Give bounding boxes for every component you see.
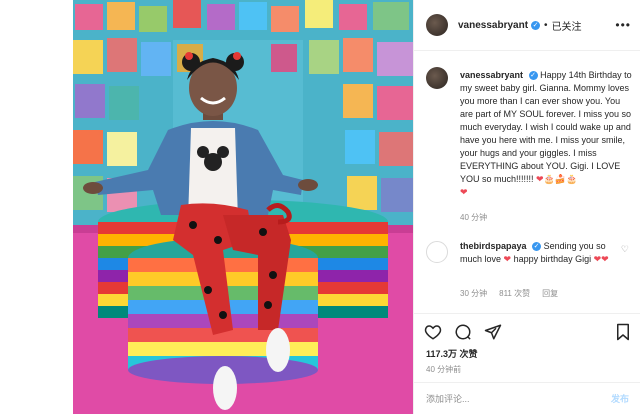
comment-item: thebirdspapaya ✓ Sending you so much lov… bbox=[460, 240, 610, 266]
cake-slice-emoji-icon: 🍰 bbox=[554, 174, 567, 184]
bookmark-icon[interactable] bbox=[615, 323, 631, 346]
separator-dot: • bbox=[544, 19, 548, 31]
post-actions: 117.3万 次赞 40 分钟前 bbox=[414, 313, 640, 393]
comment-likes-count[interactable]: 811 次赞 bbox=[499, 288, 530, 299]
author-avatar[interactable] bbox=[426, 14, 448, 36]
post-timestamp[interactable]: 40 分钟前 bbox=[426, 364, 461, 375]
share-paper-plane-icon[interactable] bbox=[484, 323, 502, 341]
add-comment-bar: 添加评论... 发布 bbox=[414, 382, 640, 414]
post-side-panel: vanessabryant ✓ • 已关注 ••• vanessabryant … bbox=[413, 0, 640, 414]
caption-text: Happy 14th Birthday to my sweet baby gir… bbox=[460, 70, 632, 184]
cake-emoji-icon: 🎂 bbox=[566, 174, 578, 184]
comments-section[interactable]: vanessabryant ✓ Happy 14th Birthday to m… bbox=[414, 51, 640, 311]
comment-like-heart-icon[interactable]: ♡ bbox=[621, 244, 629, 255]
heart-emoji-icon: ❤ bbox=[536, 174, 544, 184]
post-header: vanessabryant ✓ • 已关注 ••• bbox=[414, 0, 640, 51]
heart-emoji-icon: ❤ bbox=[503, 254, 512, 264]
commenter-username[interactable]: thebirdspapaya bbox=[460, 241, 527, 251]
comment-timestamp[interactable]: 30 分钟 bbox=[460, 288, 487, 299]
comment-reply-button[interactable]: 回复 bbox=[542, 288, 558, 299]
comment-input[interactable]: 添加评论... bbox=[426, 392, 611, 405]
verified-badge-icon: ✓ bbox=[528, 71, 538, 81]
caption-author-avatar[interactable] bbox=[426, 67, 448, 89]
author-username[interactable]: vanessabryant bbox=[458, 20, 528, 31]
caption-username[interactable]: vanessabryant bbox=[460, 70, 523, 80]
heart-emoji-icon: ❤ bbox=[460, 187, 468, 197]
verified-badge-icon: ✓ bbox=[531, 20, 541, 30]
comment-meta: 30 分钟 811 次赞 回复 bbox=[460, 288, 558, 299]
like-heart-icon[interactable] bbox=[424, 323, 442, 341]
post-photo[interactable] bbox=[73, 0, 413, 414]
caption-timestamp[interactable]: 40 分钟 bbox=[460, 212, 487, 223]
commenter-avatar[interactable] bbox=[426, 241, 448, 263]
comment-bubble-icon[interactable] bbox=[454, 323, 472, 341]
post-photo-illustration bbox=[73, 0, 413, 414]
comment-text-part2: happy birthday Gigi bbox=[511, 254, 594, 264]
post-caption: vanessabryant ✓ Happy 14th Birthday to m… bbox=[460, 69, 632, 199]
likes-count[interactable]: 117.3万 次赞 bbox=[426, 347, 478, 360]
verified-badge-icon: ✓ bbox=[532, 242, 542, 252]
following-button[interactable]: 已关注 bbox=[552, 18, 582, 33]
hearts-emoji-icon: ❤❤ bbox=[593, 254, 609, 264]
cake-emoji-icon: 🎂 bbox=[543, 174, 555, 184]
post-comment-button[interactable]: 发布 bbox=[611, 392, 629, 405]
more-options-icon[interactable]: ••• bbox=[615, 18, 631, 32]
action-icons bbox=[424, 323, 502, 341]
